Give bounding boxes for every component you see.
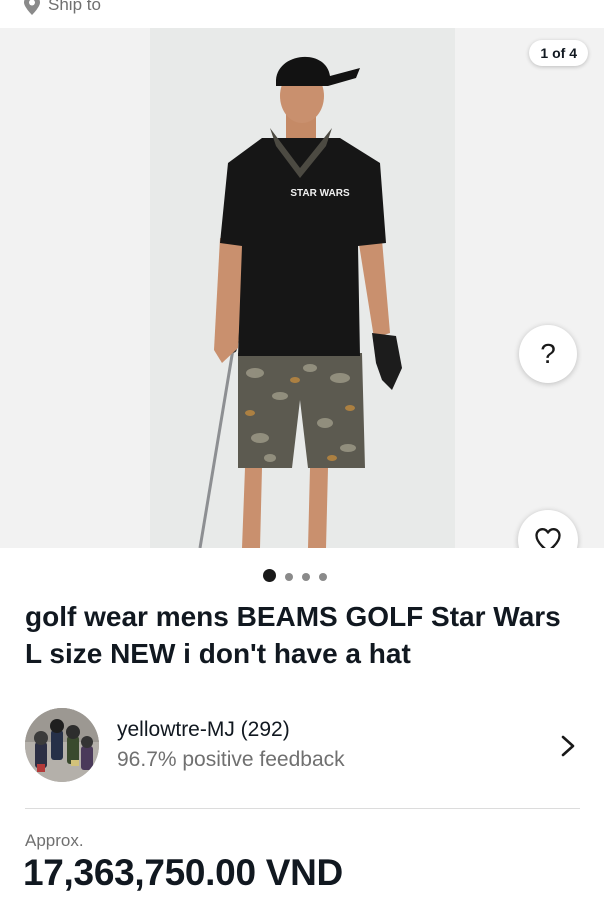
listing-title: golf wear mens BEAMS GOLF Star Wars L si… xyxy=(25,601,561,669)
question-mark-icon: ? xyxy=(540,338,556,369)
shirt-logo-text: STAR WARS xyxy=(290,188,350,199)
watchlist-button[interactable] xyxy=(518,510,578,548)
ship-to-bar[interactable]: Ship to xyxy=(0,0,604,28)
seller-feedback: 96.7% positive feedback xyxy=(117,748,345,771)
image-gallery[interactable]: STAR WARS 1 of 4 ? xyxy=(0,28,604,548)
location-pin-icon xyxy=(24,0,40,15)
pagination-dot[interactable] xyxy=(302,573,310,581)
product-photo-illustration: STAR WARS xyxy=(150,28,455,548)
seller-avatar-image xyxy=(25,708,99,782)
pagination-dot[interactable] xyxy=(285,573,293,581)
price-value: 17,363,750.00 VND xyxy=(23,852,343,893)
heart-icon xyxy=(535,528,561,548)
pagination-dot[interactable] xyxy=(319,573,327,581)
image-counter: 1 of 4 xyxy=(529,40,588,66)
seller-card[interactable]: yellowtre-MJ (292) 96.7% positive feedba… xyxy=(25,708,585,784)
help-button[interactable]: ? xyxy=(519,325,577,383)
chevron-right-icon[interactable] xyxy=(558,734,578,758)
seller-name[interactable]: yellowtre-MJ (292) xyxy=(117,717,290,743)
price-approx-label: Approx. xyxy=(25,831,84,850)
seller-avatar[interactable] xyxy=(25,708,99,782)
product-photo[interactable]: STAR WARS xyxy=(150,28,455,548)
image-pagination[interactable] xyxy=(263,568,327,582)
divider xyxy=(25,808,580,809)
ship-to-label: Ship to xyxy=(48,0,101,14)
pagination-dot-active[interactable] xyxy=(263,569,276,582)
